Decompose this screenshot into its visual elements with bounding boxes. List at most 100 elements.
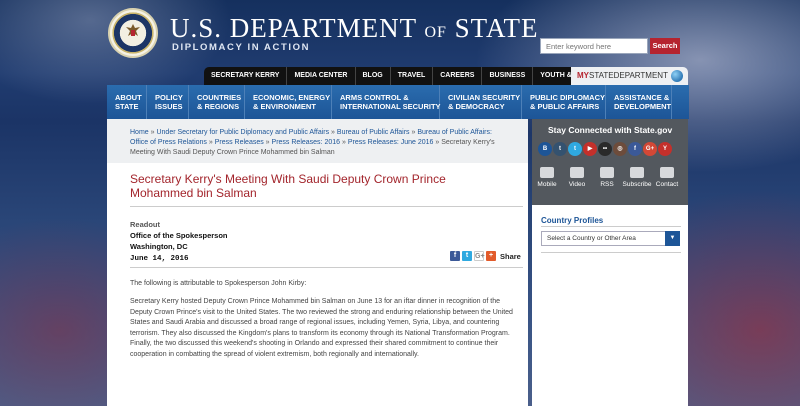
- site-title-of: OF: [424, 24, 447, 41]
- breadcrumb-separator: »: [329, 129, 337, 136]
- breadcrumb-link[interactable]: Press Releases: June 2016: [348, 139, 434, 146]
- topnav-item[interactable]: MEDIA CENTER: [287, 67, 356, 85]
- breadcrumb-separator: »: [340, 139, 348, 146]
- eagle-icon: [126, 24, 140, 36]
- utility-label: RSS: [600, 181, 614, 188]
- chevron-down-icon[interactable]: ▼: [665, 231, 680, 246]
- mainnav-item-line1: ECONOMIC, ENERGY: [253, 93, 331, 102]
- sidebar: Stay Connected with State.gov Bt t ▶ •• ◎ f G+…: [532, 119, 688, 406]
- search-input[interactable]: [540, 38, 648, 54]
- breadcrumb-link[interactable]: Press Releases: [215, 139, 264, 146]
- divider: [130, 206, 523, 207]
- topnav-item[interactable]: BUSINESS: [482, 67, 534, 85]
- mainnav-item-line1: CIVILIAN SECURITY: [448, 93, 521, 102]
- utility-link-rss[interactable]: RSS: [592, 167, 622, 188]
- mobile-icon: [540, 167, 554, 178]
- country-select[interactable]: Select a Country or Other Area: [541, 231, 666, 246]
- breadcrumb-link[interactable]: Press Releases: 2016: [272, 139, 340, 146]
- contact-icon: [660, 167, 674, 178]
- country-profiles-title: Country Profiles: [541, 216, 604, 225]
- page-title: Secretary Kerry's Meeting With Saudi Dep…: [130, 172, 446, 200]
- subscribe-icon: [630, 167, 644, 178]
- top-navigation: SECRETARY KERRY MEDIA CENTER BLOG TRAVEL CAR…: [204, 67, 623, 85]
- divider: [541, 226, 681, 227]
- mainnav-item[interactable]: ASSISTANCE & DEVELOPMENT: [606, 85, 672, 119]
- mainnav-item[interactable]: COUNTRIES & REGIONS: [189, 85, 245, 119]
- mainnav-item-line2: DEVELOPMENT: [614, 102, 672, 111]
- utility-label: Video: [568, 181, 586, 188]
- youtube-alt-icon[interactable]: Y: [658, 142, 672, 156]
- mainnav-item-line2: & DEMOCRACY: [448, 102, 505, 111]
- youtube-icon[interactable]: ▶: [583, 142, 597, 156]
- utility-label: Mobile: [537, 181, 557, 188]
- breadcrumb-link[interactable]: Under Secretary for Public Diplomacy and…: [156, 129, 329, 136]
- utility-label: Contact: [655, 181, 679, 188]
- tumblr-icon[interactable]: t: [553, 142, 567, 156]
- site-title[interactable]: U.S. DEPARTMENT OF STATE: [170, 13, 538, 44]
- mystate-prefix: MY: [577, 71, 589, 80]
- foursquare-icon[interactable]: f: [628, 142, 642, 156]
- mainnav-item[interactable]: PUBLIC DIPLOMACY & PUBLIC AFFAIRS: [522, 85, 606, 119]
- site-header: U.S. DEPARTMENT OF STATE DIPLOMACY IN AC…: [0, 0, 800, 66]
- flickr-icon[interactable]: ••: [598, 142, 612, 156]
- video-icon: [570, 167, 584, 178]
- mainnav-item-line1: ASSISTANCE &: [614, 93, 670, 102]
- stay-connected-panel: Stay Connected with State.gov Bt t ▶ •• ◎ f G+…: [532, 119, 688, 205]
- mainnav-item[interactable]: POLICY ISSUES: [147, 85, 189, 119]
- facebook-icon[interactable]: f: [450, 251, 460, 261]
- mainnav-item-line2: & ENVIRONMENT: [253, 102, 316, 111]
- breadcrumb-link[interactable]: Home: [130, 129, 149, 136]
- share-label[interactable]: Share: [500, 252, 521, 261]
- breadcrumb-separator: »: [263, 139, 272, 146]
- state-department-seal-icon[interactable]: [108, 8, 158, 58]
- globe-icon: [671, 70, 683, 82]
- divider: [541, 252, 681, 253]
- breadcrumb-link[interactable]: Bureau of Public Affairs: [337, 129, 410, 136]
- mainnav-item-line1: ARMS CONTROL &: [340, 93, 409, 102]
- mainnav-item[interactable]: ECONOMIC, ENERGY & ENVIRONMENT: [245, 85, 332, 119]
- search-button[interactable]: Search: [650, 38, 680, 54]
- mainnav-item-line2: & PUBLIC AFFAIRS: [530, 102, 600, 111]
- mainnav-item-line1: POLICY: [155, 93, 183, 102]
- mystate-department-link[interactable]: MYSTATEDEPARTMENT: [571, 67, 688, 85]
- article-office: Office of the Spokesperson: [130, 231, 228, 240]
- topnav-item[interactable]: TRAVEL: [391, 67, 434, 85]
- mainnav-item-line2: STATE: [115, 102, 139, 111]
- rss-icon: [600, 167, 614, 178]
- breadcrumb: Home » Under Secretary for Public Diplom…: [107, 119, 528, 163]
- plus-share-icon[interactable]: +: [486, 251, 496, 261]
- utility-link-subscribe[interactable]: Subscribe: [622, 167, 652, 188]
- social-icons: Bt t ▶ •• ◎ f G+ Y: [538, 142, 672, 156]
- mainnav-item-line2: ISSUES: [155, 102, 183, 111]
- article-location: Washington, DC: [130, 242, 188, 251]
- mainnav-item[interactable]: ABOUT STATE: [107, 85, 147, 119]
- topnav-item[interactable]: CAREERS: [433, 67, 483, 85]
- article-content: Home » Under Secretary for Public Diplom…: [107, 119, 528, 406]
- twitter-icon[interactable]: t: [462, 251, 472, 261]
- mainnav-item-line2: INTERNATIONAL SECURITY: [340, 102, 441, 111]
- mystate-label: STATEDEPARTMENT: [589, 71, 668, 80]
- blog-icon[interactable]: B: [538, 142, 552, 156]
- utility-label: Subscribe: [622, 181, 652, 188]
- site-title-main: U.S. DEPARTMENT: [170, 13, 417, 43]
- mainnav-item-line1: ABOUT: [115, 93, 142, 102]
- site-title-end: STATE: [454, 13, 539, 43]
- mainnav-item-line1: COUNTRIES: [197, 93, 242, 102]
- twitter-icon[interactable]: t: [568, 142, 582, 156]
- mainnav-item-line1: PUBLIC DIPLOMACY: [530, 93, 605, 102]
- utility-link-contact[interactable]: Contact: [652, 167, 682, 188]
- instagram-icon[interactable]: ◎: [613, 142, 627, 156]
- topnav-item[interactable]: SECRETARY KERRY: [204, 67, 288, 85]
- article-paragraph: The following is attributable to Spokesp…: [130, 280, 307, 287]
- stay-connected-title: Stay Connected with State.gov: [548, 125, 673, 135]
- article-date: June 14, 2016: [130, 255, 189, 263]
- topnav-item[interactable]: BLOG: [356, 67, 391, 85]
- mainnav-item[interactable]: ARMS CONTROL & INTERNATIONAL SECURITY: [332, 85, 441, 119]
- google-plus-icon[interactable]: G+: [474, 251, 485, 261]
- utility-link-video[interactable]: Video: [562, 167, 592, 188]
- article-type-label: Readout: [130, 220, 160, 229]
- share-bar: f t G+ + Share: [450, 251, 521, 261]
- google-plus-icon[interactable]: G+: [643, 142, 657, 156]
- mainnav-item[interactable]: CIVILIAN SECURITY & DEMOCRACY: [440, 85, 522, 119]
- utility-link-mobile[interactable]: Mobile: [532, 167, 562, 188]
